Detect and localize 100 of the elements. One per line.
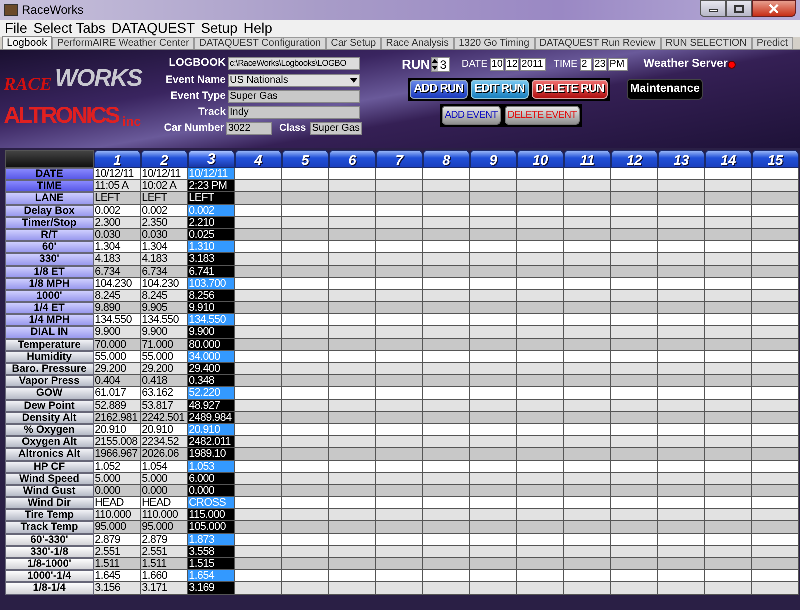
table-cell: 2482.011 [188, 436, 235, 448]
table-cell: CROSS [188, 497, 235, 510]
close-button[interactable] [752, 0, 796, 17]
menu-item[interactable]: Select Tabs [30, 20, 109, 37]
input-field[interactable]: 2011 [520, 58, 546, 71]
table-cell: 2.879 [141, 534, 188, 546]
row-label: 1/8 MPH [5, 278, 94, 290]
input-field[interactable]: 23 [592, 58, 607, 71]
table-cell: LEFT [94, 192, 141, 205]
row-label: Timer/Stop [5, 216, 94, 229]
run-button[interactable]: ADD RUN [410, 80, 468, 99]
dropdown-arrow-icon [350, 78, 358, 83]
table-cell: 115.000 [188, 509, 235, 522]
menu-item[interactable]: File [2, 20, 31, 37]
menu-item[interactable]: DATAQUEST [108, 20, 198, 37]
app-icon [4, 4, 18, 16]
table-cell: 0.000 [94, 484, 141, 498]
close-icon[interactable] [768, 4, 780, 14]
tab[interactable]: Race Analysis [381, 37, 454, 49]
table-cell: 52.220 [188, 387, 235, 400]
column-header[interactable]: 10 [517, 150, 564, 168]
table-cell: 20.910 [188, 424, 235, 436]
table-cell: 2.300 [94, 216, 141, 229]
event-button[interactable]: ADD EVENT [442, 106, 501, 125]
table-cell: 61.017 [94, 387, 141, 400]
row-label: Altronics Alt [5, 448, 94, 460]
input-field[interactable]: PM [608, 58, 628, 71]
field-label: Event Name [164, 72, 226, 88]
input-field[interactable]: 12 [504, 58, 519, 71]
spinner-arrows-icon[interactable] [432, 58, 438, 71]
minimize-icon[interactable] [708, 9, 718, 12]
column-header[interactable]: 8 [423, 150, 470, 168]
input-field[interactable]: Super Gas [310, 122, 362, 136]
run-spinner[interactable]: 3 [431, 57, 450, 72]
column-header[interactable]: 13 [658, 150, 705, 168]
column-header[interactable]: 11 [564, 150, 611, 168]
tab[interactable]: PerformAIRE Weather Center [52, 37, 194, 49]
input-field[interactable]: 3022 [226, 122, 272, 136]
input-field[interactable]: Indy [228, 106, 360, 120]
tab[interactable]: Logbook [2, 36, 52, 49]
tab[interactable]: 1320 Go Timing [454, 37, 535, 49]
dropdown[interactable]: US Nationals [228, 74, 360, 87]
row-label: Temperature [5, 338, 94, 351]
column-header[interactable]: 7 [376, 150, 423, 168]
tab[interactable]: RUN SELECTION [660, 37, 752, 49]
minimize-button[interactable] [700, 0, 726, 17]
column-header[interactable]: 14 [705, 150, 752, 168]
table-cell: 3.558 [188, 546, 235, 558]
column-header[interactable]: 9 [470, 150, 517, 168]
field-label: Class [280, 122, 306, 136]
table-cell: 9.900 [94, 326, 141, 339]
tab[interactable]: DATAQUEST Configuration [194, 37, 326, 49]
table-cell: 71.000 [141, 338, 188, 351]
tab[interactable]: Predict [752, 37, 793, 49]
row-label: Tire Temp [5, 509, 94, 522]
column-header[interactable]: 2 [141, 150, 188, 168]
column-header[interactable]: 1 [94, 150, 141, 168]
row-label: Vapor Press [5, 375, 94, 388]
column-header[interactable]: 4 [235, 150, 282, 168]
column-header[interactable]: 6 [329, 150, 376, 168]
row-label: Humidity [5, 350, 94, 363]
table-cell: 2026.06 [141, 448, 188, 460]
maximize-button[interactable] [726, 0, 752, 17]
table-cell: 6.000 [188, 472, 235, 485]
table-cell: 134.550 [94, 314, 141, 326]
row-label: DATE [5, 168, 94, 180]
input-field[interactable]: 2 [580, 58, 592, 71]
column-header[interactable]: 5 [282, 150, 329, 168]
table-cell: 134.550 [141, 314, 188, 326]
table-cell: 1.052 [94, 460, 141, 473]
row-label: HP CF [5, 460, 94, 473]
row-label: 60'-330' [5, 534, 94, 546]
table-cell: 2.551 [94, 546, 141, 558]
maximize-icon[interactable] [734, 4, 744, 12]
input-field[interactable]: 10 [490, 58, 504, 71]
menu-item[interactable]: Setup [198, 20, 241, 37]
table-cell: LEFT [141, 192, 188, 205]
table-cell: 95.000 [141, 521, 188, 534]
input-field[interactable]: Super Gas [228, 90, 360, 104]
tab[interactable]: DATAQUEST Run Review [534, 37, 661, 49]
table-cell: 5.000 [141, 472, 188, 485]
column-header[interactable]: 15 [752, 150, 799, 168]
row-label: Delay Box [5, 204, 94, 217]
input-field[interactable]: c:\RaceWorks\Logbooks\LOGBO [228, 56, 360, 70]
column-header[interactable]: 3 [188, 150, 235, 168]
maintenance-button[interactable]: Maintenance [627, 79, 703, 100]
table-cell: 4.183 [141, 253, 188, 266]
table-cell: 1989.10 [188, 448, 235, 460]
tab[interactable]: Car Setup [326, 37, 382, 49]
table-cell: 10:02 A [141, 180, 188, 192]
run-button[interactable]: DELETE RUN [532, 80, 608, 99]
column-header[interactable]: 12 [611, 150, 658, 168]
table-cell: 10/12/11 [94, 168, 141, 180]
table-cell: 2234.52 [141, 436, 188, 448]
table-cell: 0.025 [188, 228, 235, 242]
row-label: R/T [5, 228, 94, 242]
table-cell: 0.418 [141, 375, 188, 388]
table-cell: 48.927 [188, 400, 235, 412]
field-label: Track [198, 104, 226, 120]
menu-item[interactable]: Help [240, 20, 276, 37]
